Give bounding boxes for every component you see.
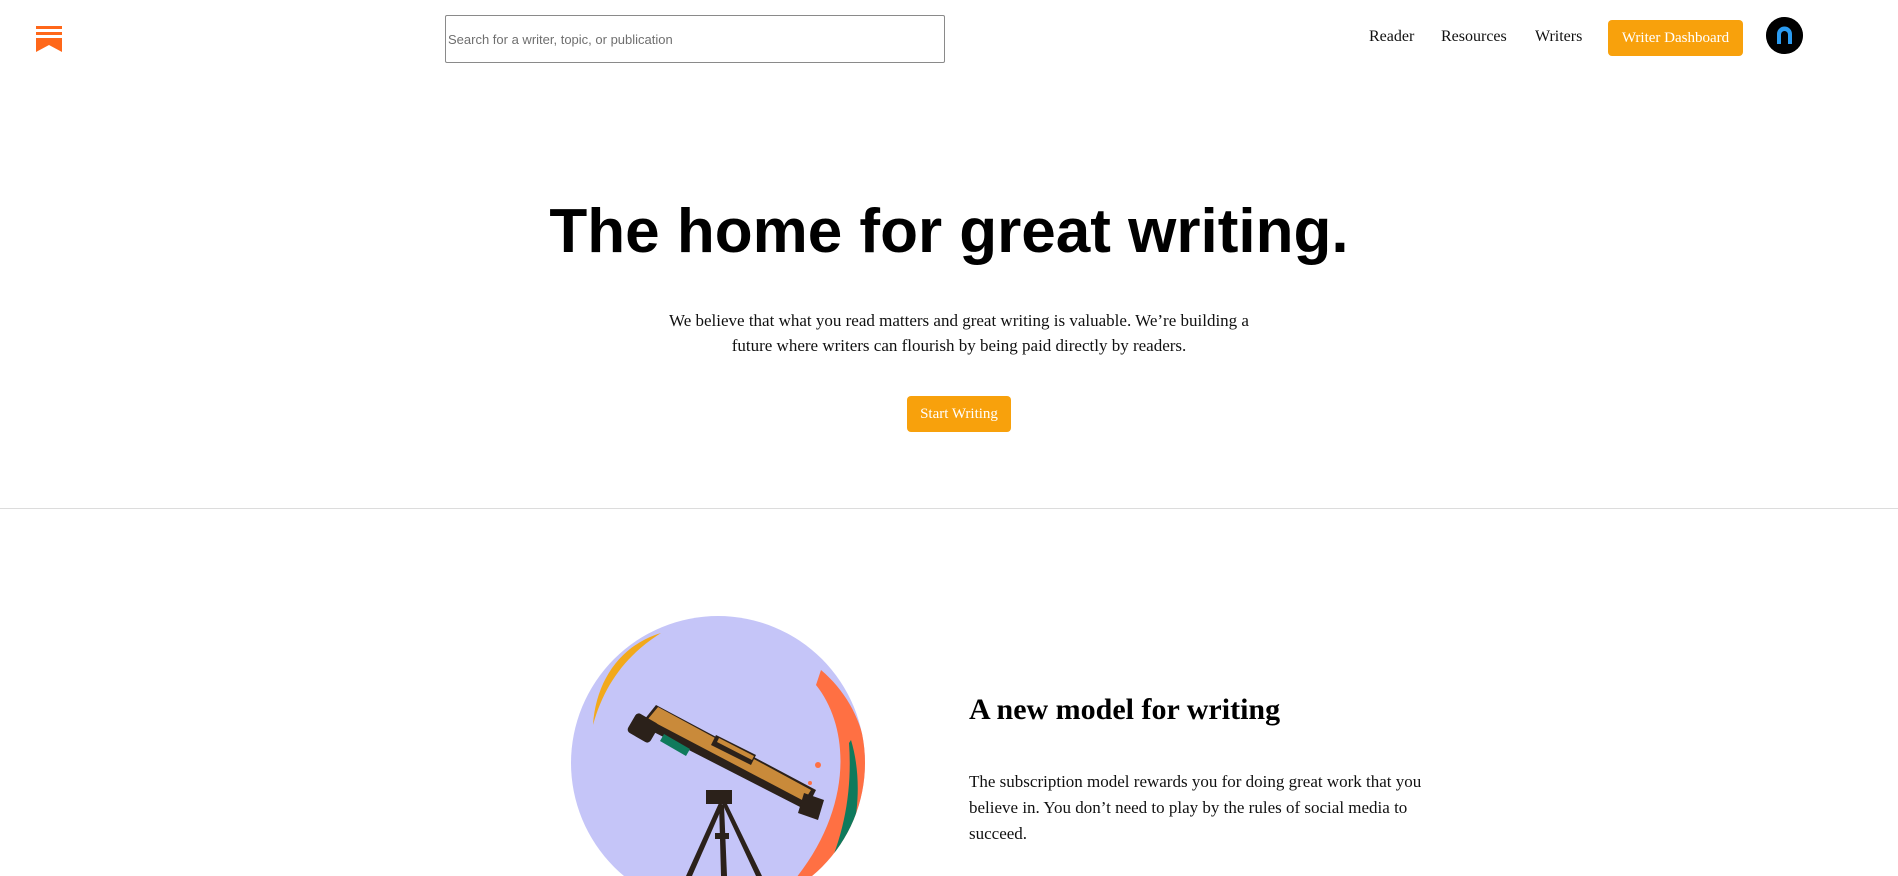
nav-writers-link[interactable]: Writers: [1535, 28, 1582, 46]
writer-dashboard-button[interactable]: Writer Dashboard: [1608, 20, 1743, 56]
nav-reader-link[interactable]: Reader: [1369, 28, 1414, 46]
hero-title: The home for great writing.: [549, 197, 1349, 266]
telescope-illustration: [571, 616, 865, 876]
user-avatar-icon[interactable]: [1766, 17, 1803, 54]
top-header: Reader Resources Writers Writer Dashboar…: [0, 0, 1898, 80]
search-input[interactable]: [445, 15, 945, 63]
avatar-glyph-icon: [1766, 17, 1803, 54]
feature-title: A new model for writing: [969, 693, 1281, 726]
feature-text: The subscription model rewards you for d…: [969, 772, 1422, 843]
hero-subtitle: We believe that what you read matters an…: [669, 311, 1249, 355]
section-divider: [0, 508, 1898, 509]
start-writing-button[interactable]: Start Writing: [907, 396, 1011, 432]
nav-resources-link[interactable]: Resources: [1441, 28, 1507, 46]
substack-logo-icon[interactable]: [36, 26, 62, 52]
